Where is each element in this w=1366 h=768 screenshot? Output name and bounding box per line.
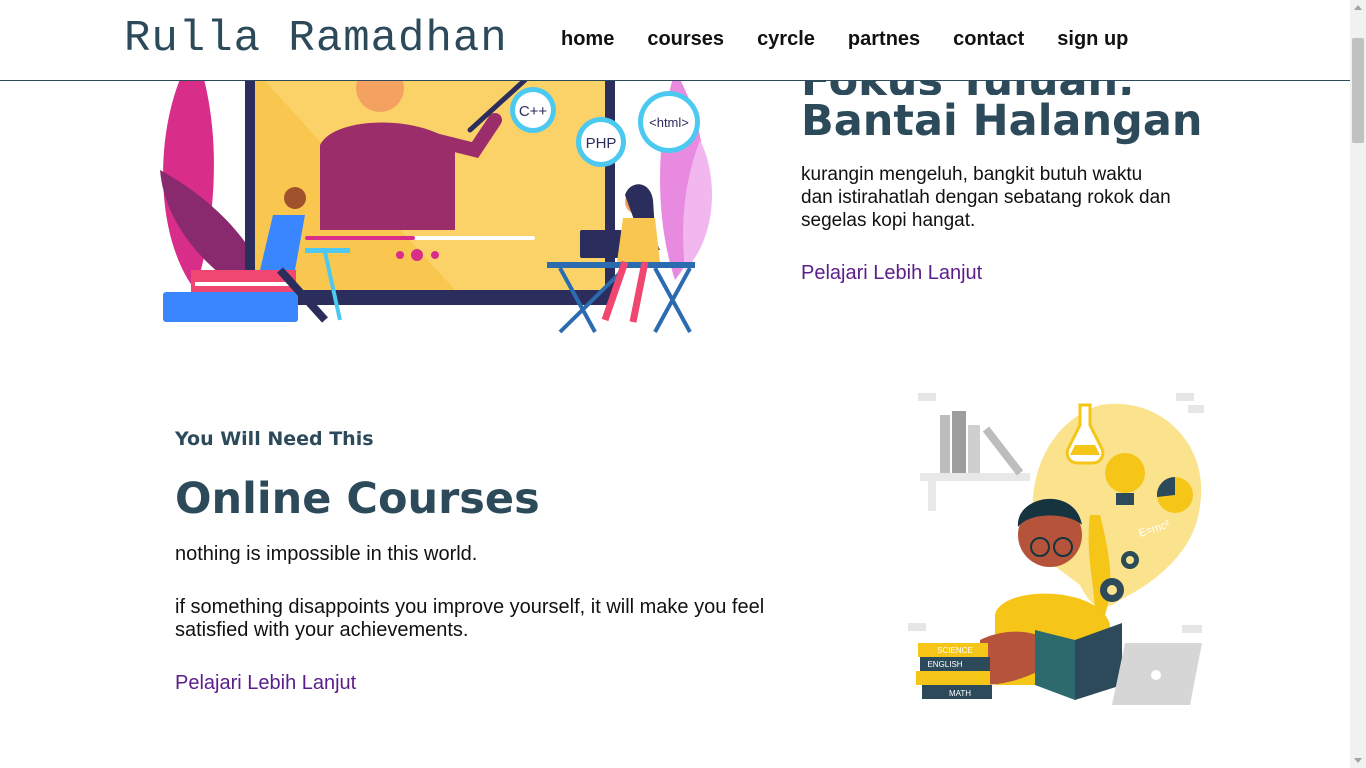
nav-courses[interactable]: courses (647, 28, 724, 51)
nav-home[interactable]: home (561, 28, 614, 51)
book-label-science: SCIENCE (937, 646, 973, 655)
courses-learn-more-link[interactable]: Pelajari Lebih Lanjut (175, 672, 356, 695)
courses-subtitle: You Will Need This (175, 428, 374, 450)
book-label-math: MATH (949, 689, 971, 698)
student-reading-illustration: E=mc² SCIENCE ENGLISH MATH (900, 385, 1210, 715)
main-nav: home courses cyrcle partnes contact sign… (561, 28, 1161, 51)
nav-partnes[interactable]: partnes (848, 28, 920, 51)
nav-cyrcle[interactable]: cyrcle (757, 28, 815, 51)
book-label-english: ENGLISH (927, 660, 962, 669)
badge-php: PHP (586, 135, 617, 152)
courses-paragraph-1: nothing is impossible in this world. (175, 543, 478, 565)
site-header: Rulla Ramadhan home courses cyrcle partn… (0, 0, 1350, 81)
hero-learn-more-link[interactable]: Pelajari Lebih Lanjut (801, 262, 982, 285)
scroll-down-arrow-icon[interactable] (1354, 758, 1362, 763)
courses-heading: Online Courses (175, 474, 540, 524)
nav-sign-up[interactable]: sign up (1057, 28, 1128, 51)
hero-heading-line2: Bantai Halangan (801, 96, 1203, 146)
badge-html: <html> (649, 115, 689, 130)
courses-paragraph-2: if something disappoints you improve you… (175, 596, 765, 641)
scrollbar-thumb[interactable] (1352, 38, 1364, 143)
badge-cpp: C++ (519, 103, 548, 120)
hero-paragraph: kurangin mengeluh, bangkit butuh waktu d… (801, 164, 1171, 231)
scroll-up-arrow-icon[interactable] (1354, 5, 1362, 10)
nav-contact[interactable]: contact (953, 28, 1024, 51)
page-scrollbar[interactable] (1350, 0, 1366, 768)
brand-logo[interactable]: Rulla Ramadhan (124, 14, 508, 64)
